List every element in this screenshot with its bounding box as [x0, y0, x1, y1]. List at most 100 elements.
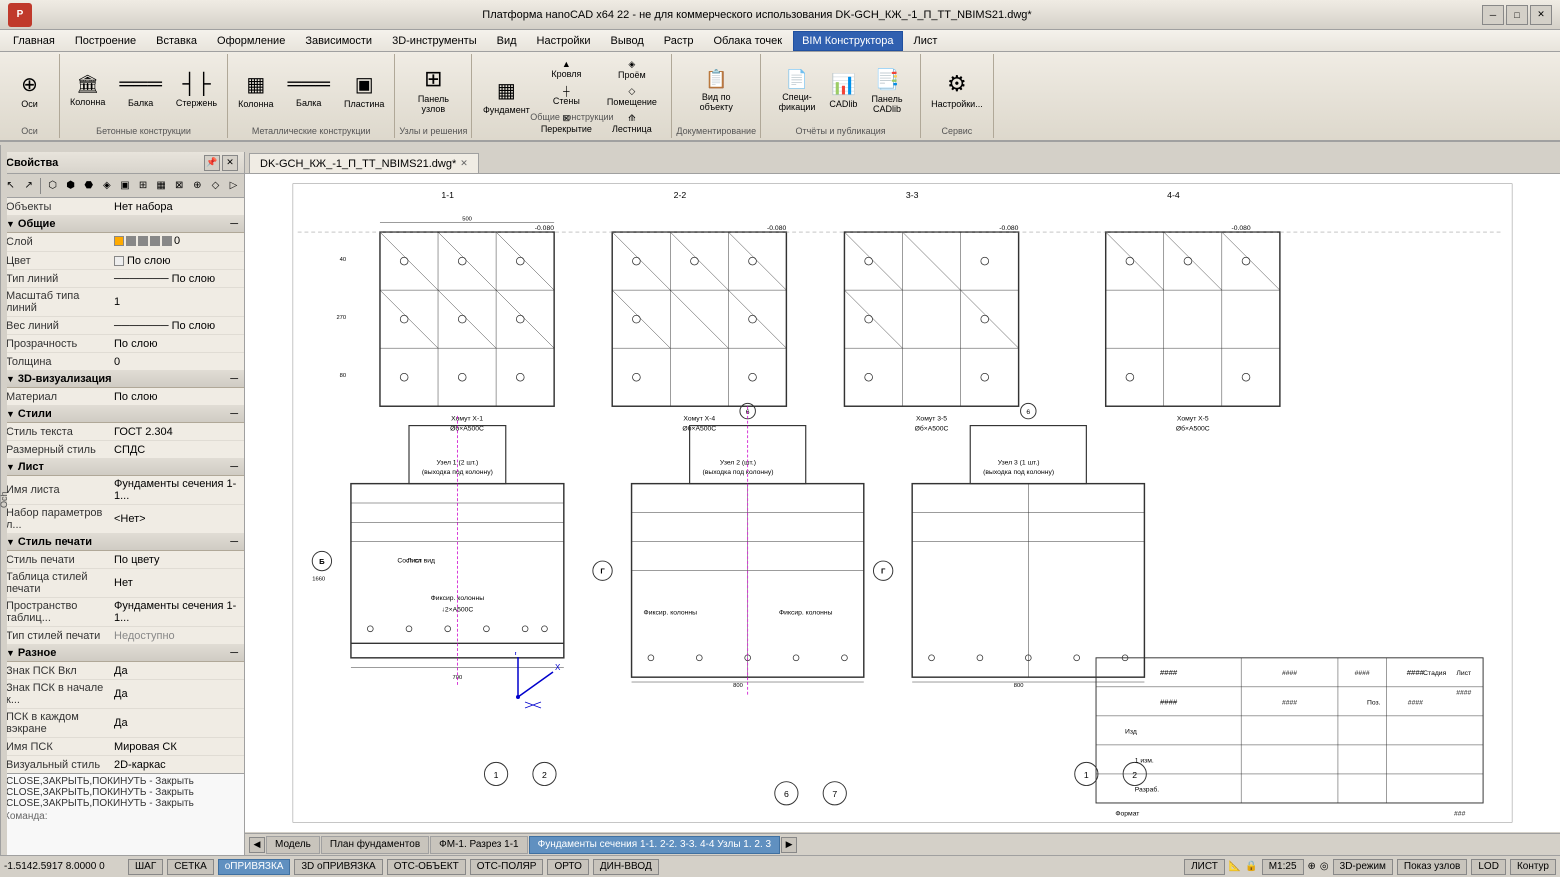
status-btn-3d-oprivyazka[interactable]: 3D оПРИВЯЗКА — [294, 859, 382, 875]
ribbon-btn-vid[interactable]: 📋 Вид пообъекту — [694, 63, 739, 117]
doc-tab-close[interactable]: ✕ — [460, 158, 468, 169]
prop-masshtab-liniy-value: 1 — [110, 295, 244, 309]
menu-item-12[interactable]: Лист — [905, 31, 947, 51]
panel-pin-button[interactable]: 📌 — [204, 155, 220, 171]
ribbon-btn-spec[interactable]: 📄 Специ-фикации — [773, 63, 822, 117]
status-btn-orto[interactable]: ОРТО — [547, 859, 588, 875]
ribbon-btn-plastina[interactable]: ▣ Пластина — [338, 63, 390, 117]
title-bar: P Платформа нanoCAD x64 22 - не для комм… — [0, 0, 1560, 30]
menu-item-11[interactable]: BIM Конструктора — [793, 31, 902, 51]
menu-item-1[interactable]: Построение — [66, 31, 145, 51]
bottom-tab-model[interactable]: Модель — [266, 836, 320, 854]
menu-item-10[interactable]: Облака точек — [705, 31, 792, 51]
section-general-header[interactable]: ▼Общие ─ — [0, 216, 244, 233]
prop-sloi-label: Слой — [0, 235, 110, 249]
bottom-tab-razrez[interactable]: ФМ-1. Разрез 1-1 — [430, 836, 527, 854]
ribbon-btn-steny[interactable]: ┼ Стены — [536, 83, 597, 109]
section-stili-header[interactable]: ▼Стили ─ — [0, 406, 244, 423]
menu-item-5[interactable]: 3D-инструменты — [383, 31, 486, 51]
section-stili-collapse-icon: ─ — [230, 408, 238, 420]
tab-scroll-right[interactable]: ▶ — [781, 837, 797, 853]
toolbar-copy-btn[interactable]: ▣ — [116, 176, 133, 196]
prop-tolshina-label: Толщина — [0, 355, 110, 369]
status-btn-ots-obekt[interactable]: ОТС-ОБЪЕКТ — [387, 859, 466, 875]
menu-item-2[interactable]: Вставка — [147, 31, 206, 51]
ribbon-btn-panel-nodes[interactable]: ⊞ Панельузлов — [412, 63, 455, 117]
toolbar-extend-btn[interactable]: ⊕ — [189, 176, 206, 196]
bottom-tab-sechen[interactable]: Фундаменты сечения 1-1. 2-2. 3-3. 4-4 Уз… — [529, 836, 780, 854]
status-btn-lod[interactable]: LOD — [1471, 859, 1506, 875]
kolonna-c-icon: 🏛 — [76, 74, 99, 95]
toolbar-scale-btn[interactable]: ⬣ — [80, 176, 97, 196]
menu-item-6[interactable]: Вид — [488, 31, 526, 51]
toolbar-stretch-btn[interactable]: ▦ — [153, 176, 170, 196]
minimize-button[interactable]: ─ — [1482, 5, 1504, 25]
ribbon-btn-kolonna-m[interactable]: ▦ Колонна — [232, 63, 279, 117]
status-btn-din-vvod[interactable]: ДИН-ВВОД — [593, 859, 659, 875]
status-btn-oprivyazka[interactable]: оПРИВЯЗКА — [218, 859, 291, 875]
window-controls[interactable]: ─ □ ✕ — [1482, 5, 1552, 25]
ribbon-btn-plastina-label: Пластина — [344, 99, 384, 109]
status-btn-list[interactable]: ЛИСТ — [1184, 859, 1225, 875]
drawing-area[interactable]: 1-1 2-2 3-3 4-4 500 Хомут Х-1 Øб×А500С — [245, 174, 1560, 832]
toolbar-trim-btn[interactable]: ⊠ — [171, 176, 188, 196]
ribbon-btn-osi[interactable]: ⊕ Оси — [11, 63, 49, 117]
menu-item-4[interactable]: Зависимости — [296, 31, 381, 51]
ribbon-group-service: ⚙ Настройки... Сервис — [921, 54, 994, 138]
ribbon-group-service-label: Сервис — [941, 124, 972, 136]
status-bar: -1.5142.5917 8.0000 0 ШАГ СЕТКА оПРИВЯЗК… — [0, 855, 1560, 877]
status-btn-pokaz-uzlov[interactable]: Показ узлов — [1397, 859, 1467, 875]
status-btn-scale[interactable]: M1:25 — [1262, 859, 1304, 875]
toolbar-array-btn[interactable]: ⊞ — [135, 176, 152, 196]
ribbon-btn-krovlya[interactable]: ▲ Кровля — [536, 56, 597, 82]
menu-item-7[interactable]: Настройки — [528, 31, 600, 51]
ribbon-btn-kolonna-c[interactable]: 🏛 Колонна — [64, 63, 111, 117]
ribbon-group-metal-label: Металлические конструкции — [252, 124, 371, 136]
section-misc-header[interactable]: ▼Разное ─ — [0, 645, 244, 662]
tab-scroll-left[interactable]: ◀ — [249, 837, 265, 853]
window-title: Платформа нanoCAD x64 22 - не для коммер… — [32, 9, 1482, 21]
menu-item-0[interactable]: Главная — [4, 31, 64, 51]
ribbon-btn-balka-m[interactable]: ═══ Балка — [281, 63, 336, 117]
ribbon-btn-balka-c[interactable]: ═══ Балка — [113, 63, 168, 117]
toolbar-fillet-btn[interactable]: ◇ — [207, 176, 224, 196]
bottom-tab-plan[interactable]: План фундаментов — [321, 836, 429, 854]
toolbar-node-btn[interactable]: ↗ — [20, 176, 37, 196]
menu-item-8[interactable]: Вывод — [601, 31, 652, 51]
status-btn-ots-polyar[interactable]: ОТС-ПОЛЯР — [470, 859, 544, 875]
status-btn-setka[interactable]: СЕТКА — [167, 859, 214, 875]
toolbar-rotate-btn[interactable]: ⬢ — [62, 176, 79, 196]
svg-text:Фиксир. колонны: Фиксир. колонны — [644, 609, 698, 616]
section-3d-header[interactable]: ▼3D-визуализация ─ — [0, 371, 244, 388]
svg-text:2-2: 2-2 — [674, 190, 687, 200]
close-button[interactable]: ✕ — [1530, 5, 1552, 25]
menu-item-3[interactable]: Оформление — [208, 31, 294, 51]
ribbon-btn-settings[interactable]: ⚙ Настройки... — [925, 63, 989, 117]
prop-nabor-param: Набор параметров л... <Нет> — [0, 505, 244, 534]
ribbon-btn-proem[interactable]: ◈ Проём — [597, 56, 667, 82]
prop-stil-pechati: Стиль печати По цвету — [0, 551, 244, 569]
ribbon-btn-fundament[interactable]: ▦ Фундамент — [477, 69, 536, 123]
toolbar-mirror-btn[interactable]: ◈ — [98, 176, 115, 196]
bottom-tab-razrez-label: ФМ-1. Разрез 1-1 — [439, 839, 518, 850]
maximize-button[interactable]: □ — [1506, 5, 1528, 25]
ribbon-btn-sterzhen[interactable]: ┤├ Стержень — [170, 63, 223, 117]
section-list-header[interactable]: ▼Лист ─ — [0, 459, 244, 476]
svg-text:270: 270 — [336, 315, 346, 321]
doc-tab-active[interactable]: DK-GCH_КЖ_-1_П_ТТ_NBIMS21.dwg* ✕ — [249, 153, 479, 173]
panel-close-button[interactable]: ✕ — [222, 155, 238, 171]
toolbar-move-btn[interactable]: ⬡ — [44, 176, 61, 196]
status-btn-kontur[interactable]: Контур — [1510, 859, 1556, 875]
status-btn-shag[interactable]: ШАГ — [128, 859, 163, 875]
toolbar-more-btn[interactable]: ▷ — [225, 176, 242, 196]
cmd-input-field[interactable] — [52, 811, 240, 822]
ribbon-group-osi: ⊕ Оси Оси — [0, 54, 60, 138]
menu-item-9[interactable]: Растр — [655, 31, 703, 51]
svg-text:Изд: Изд — [1125, 728, 1137, 735]
section-print-header[interactable]: ▼Стиль печати ─ — [0, 534, 244, 551]
status-btn-3d-rezhim[interactable]: 3D-режим — [1333, 859, 1393, 875]
ribbon-btn-pomeshenie-label: Помещение — [607, 97, 657, 107]
ribbon-btn-pomeshenie[interactable]: ◇ Помещение — [597, 83, 667, 109]
ribbon-btn-cadlib[interactable]: 📊 CADlib — [823, 63, 863, 117]
ribbon-btn-panel-cadlib[interactable]: 📑 ПанельCADlib — [865, 63, 908, 117]
